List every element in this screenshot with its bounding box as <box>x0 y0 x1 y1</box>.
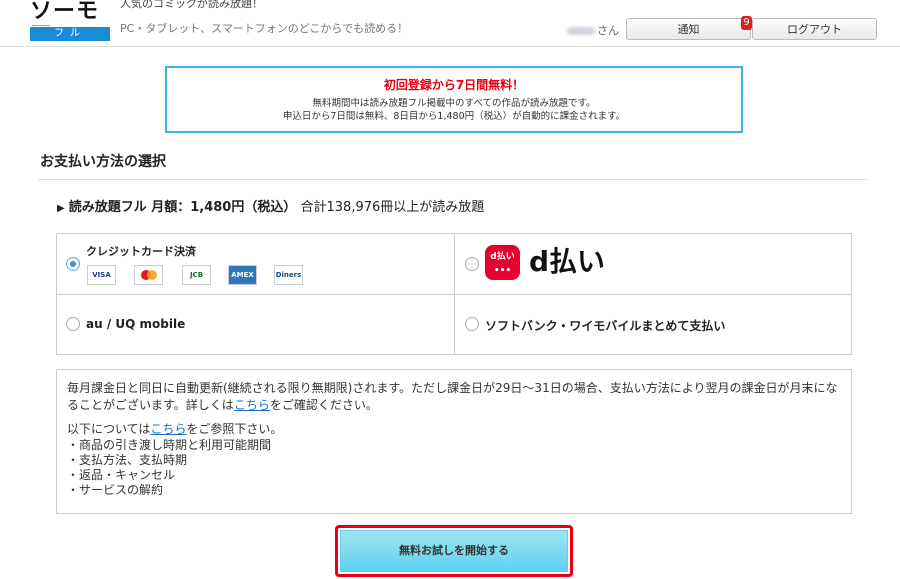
notification-button[interactable]: 通知 <box>626 18 751 40</box>
logout-button[interactable]: ログアウト <box>752 18 877 40</box>
notice-paragraph-2: 以下についてはこちらをご参照下さい。 <box>67 421 841 438</box>
notice-list: ・商品の引き渡し時期と利用可能期間 ・支払方法、支払時期 ・返品・キャンセル ・… <box>67 438 841 498</box>
promo-line-2: 申込日から7日間は無料、8日目から1,480円（税込）が自動的に課金されます。 <box>282 111 626 122</box>
tagline-secondary: PC・タブレット、スマートフォンのどこからでも読める！ <box>120 22 409 35</box>
au-radio[interactable] <box>66 317 80 331</box>
free-trial-banner: 初回登録から7日間無料！ 無料期間中は読み放題フル掲載中のすべての作品が読み放題… <box>165 66 743 133</box>
site-header: ソーモア フル 人気のコミックが読み放題！ PC・タブレット、スマートフォンのど… <box>0 0 900 47</box>
payment-option-credit-card[interactable]: クレジットカード決済 VISA JCB AMEX Diners <box>57 234 455 295</box>
jcb-icon: JCB <box>182 265 211 285</box>
section-title: お支払い方法の選択 <box>40 154 166 170</box>
visa-icon: VISA <box>87 265 116 285</box>
dpay-icon-text: d払い <box>490 252 515 262</box>
logo-sub: フル <box>30 27 110 41</box>
payment-option-softbank[interactable]: ソフトバンク・ワイモバイルまとめて支払い <box>455 295 851 354</box>
list-item: ・商品の引き渡し時期と利用可能期間 <box>67 438 272 452</box>
user-suffix: さん <box>597 24 619 37</box>
notice-text-2a: 以下については <box>67 422 151 436</box>
dpay-logo: d払い <box>529 245 606 278</box>
notice-text-1a: 毎月課金日と同日に自動更新(継続される限り無期限)されます。ただし課金日が29日… <box>67 381 838 412</box>
logo-text: ソーモア <box>30 0 100 26</box>
softbank-radio[interactable] <box>465 317 479 331</box>
credit-card-radio[interactable] <box>66 257 80 271</box>
tagline-primary: 人気のコミックが読み放題！ <box>120 0 263 10</box>
list-item: ・支払方法、支払時期 <box>67 453 188 467</box>
plan-summary: ▶ 読み放題フル 月額：1,480円（税込） 合計138,976冊以上が読み放題 <box>57 196 484 215</box>
blurred-name <box>567 27 595 35</box>
plan-price: 読み放題フル 月額：1,480円（税込） <box>68 200 297 215</box>
dpay-radio[interactable] <box>465 257 479 271</box>
list-item: ・返品・キャンセル <box>67 468 176 482</box>
payment-option-dpay[interactable]: d払い ••• d払い <box>455 234 851 295</box>
section-divider <box>38 179 868 180</box>
notification-badge: 9 <box>741 16 752 30</box>
au-label: au / UQ mobile <box>86 317 186 331</box>
user-name: さん <box>567 22 619 38</box>
diners-icon: Diners <box>274 265 303 285</box>
promo-line-1: 無料期間中は読み放題フル掲載中のすべての作品が読み放題です。 <box>312 98 596 109</box>
promo-title: 初回登録から7日間無料！ <box>383 78 525 92</box>
list-item: ・サービスの解約 <box>67 483 164 497</box>
amex-icon: AMEX <box>228 265 257 285</box>
reference-link[interactable]: こちら <box>150 422 186 436</box>
softbank-label: ソフトバンク・ワイモバイルまとめて支払い <box>485 319 726 333</box>
plan-count: 合計138,976冊以上が読み放題 <box>300 200 485 215</box>
payment-option-au[interactable]: au / UQ mobile <box>57 295 455 354</box>
notice-paragraph-1: 毎月課金日と同日に自動更新(継続される限り無期限)されます。ただし課金日が29日… <box>67 380 841 414</box>
mastercard-icon <box>134 265 163 285</box>
notice-text-1b: をご確認ください。 <box>269 398 378 412</box>
start-free-trial-button[interactable]: 無料お試しを開始する <box>340 530 568 572</box>
notice-text-2b: をご参照下さい。 <box>186 422 283 436</box>
triangle-right-icon: ▶ <box>57 203 65 214</box>
payment-method-grid: クレジットカード決済 VISA JCB AMEX Diners d払い ••• d… <box>56 233 852 355</box>
dpay-icon: d払い ••• <box>485 245 520 280</box>
details-link[interactable]: こちら <box>234 398 270 412</box>
site-logo[interactable]: ソーモア フル <box>30 0 110 42</box>
billing-notice: 毎月課金日と同日に自動更新(継続される限り無期限)されます。ただし課金日が29日… <box>56 369 852 514</box>
credit-card-label: クレジットカード決済 <box>86 245 196 258</box>
